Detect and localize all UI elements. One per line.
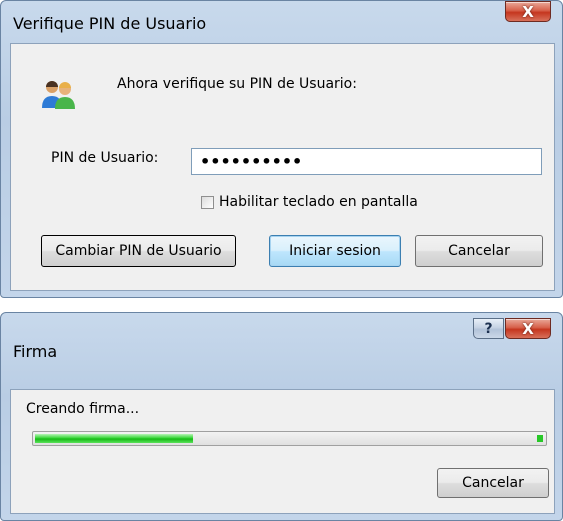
pin-dialog-title: Verifique PIN de Usuario: [13, 14, 207, 33]
pin-dialog-window: Verifique PIN de Usuario X Ahora verifiq…: [0, 0, 563, 298]
pin-prompt-text: Ahora verifique su PIN de Usuario:: [117, 76, 357, 92]
users-icon: [42, 81, 75, 109]
pin-label: PIN de Usuario:: [51, 150, 159, 166]
onscreen-keyboard-label: Habilitar teclado en pantalla: [219, 194, 418, 210]
pin-cancel-button[interactable]: Cancelar: [415, 235, 543, 267]
firma-dialog-titlebar[interactable]: Firma ? X: [1, 313, 562, 363]
firma-close-button[interactable]: X: [505, 318, 551, 339]
help-icon: ?: [484, 320, 493, 337]
close-icon: X: [522, 319, 534, 338]
signature-progress-bar: [32, 431, 547, 446]
pin-dialog-body: Ahora verifique su PIN de Usuario: PIN d…: [10, 43, 555, 291]
firma-dialog-window: Firma ? X Creando firma... Cancelar: [0, 312, 563, 521]
progress-end-marker: [537, 435, 543, 442]
firma-help-button[interactable]: ?: [473, 318, 504, 339]
pin-input[interactable]: [191, 148, 542, 175]
onscreen-keyboard-option[interactable]: Habilitar teclado en pantalla: [201, 194, 418, 210]
firma-cancel-button[interactable]: Cancelar: [437, 468, 549, 498]
change-pin-button[interactable]: Cambiar PIN de Usuario: [41, 235, 236, 267]
progress-fill: [35, 434, 193, 443]
firma-status-text: Creando firma...: [26, 401, 140, 417]
onscreen-keyboard-checkbox[interactable]: [201, 195, 214, 209]
firma-dialog-title: Firma: [13, 342, 58, 361]
firma-dialog-body: Creando firma... Cancelar: [10, 389, 555, 514]
pin-dialog-close-button[interactable]: X: [505, 1, 551, 22]
login-button[interactable]: Iniciar sesion: [269, 235, 401, 267]
close-icon: X: [522, 2, 534, 21]
